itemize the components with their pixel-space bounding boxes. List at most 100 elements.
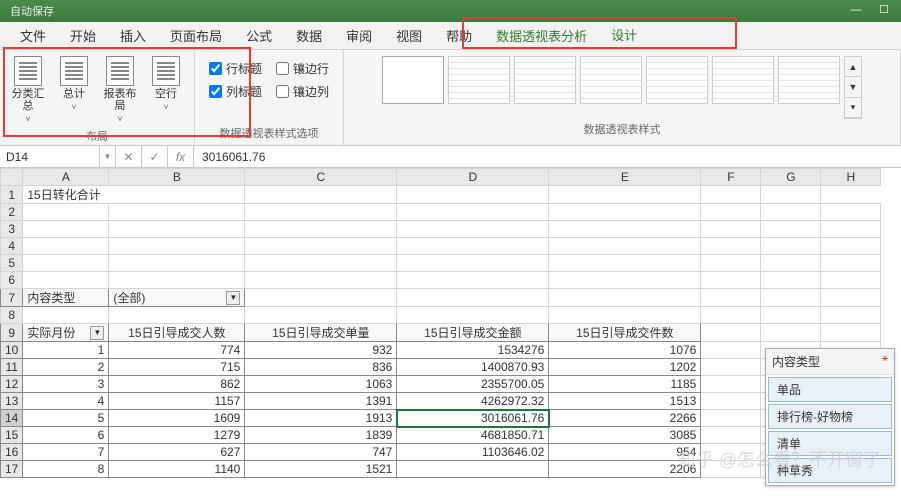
slicer-clear-icon[interactable]: ⚹ [882,353,888,370]
row-header[interactable]: 13 [1,393,23,410]
tab-home[interactable]: 开始 [58,22,108,49]
cancel-formula-button[interactable]: ✕ [116,146,142,167]
col-header[interactable]: F [701,169,761,186]
chevron-down-icon: ˅ [25,114,30,124]
filter-dropdown-icon[interactable]: ▼ [90,326,104,340]
col-header[interactable]: A [23,169,109,186]
formula-input[interactable]: 3016061.76 [194,146,901,167]
pivot-filter-value[interactable]: (全部)▼ [109,289,245,307]
row-header[interactable]: 11 [1,359,23,376]
pivot-style-thumb[interactable] [580,56,642,104]
cell[interactable]: 15日转化合计 [23,186,245,204]
titlebar: 自动保存 — ☐ [0,0,901,22]
pivot-header[interactable]: 实际月份▼ [23,324,109,342]
select-all-corner[interactable] [1,169,23,186]
tab-data[interactable]: 数据 [284,22,334,49]
pivot-style-thumb[interactable] [382,56,444,104]
styleoptions-group-label: 数据透视表样式选项 [220,123,319,143]
chevron-down-icon: ˅ [71,102,76,112]
row-header[interactable]: 17 [1,461,23,478]
col-header[interactable]: H [821,169,881,186]
slicer-item[interactable]: 种草秀 [768,458,892,483]
namebox-dropdown[interactable]: ▼ [100,146,116,167]
colheaders-checkbox[interactable]: 列标题 [209,83,262,100]
blankrows-button[interactable]: 空行 ˅ [144,54,188,126]
row-header[interactable]: 16 [1,444,23,461]
col-header[interactable]: C [245,169,397,186]
styles-group-label: 数据透视表样式 [584,119,661,139]
slicer-item[interactable]: 排行榜-好物榜 [768,404,892,429]
formula-bar: D14 ▼ ✕ ✓ fx 3016061.76 [0,146,901,168]
pivot-header[interactable]: 15日引导成交人数 [109,324,245,342]
styles-more-button[interactable]: ▾ [845,98,861,118]
tab-help[interactable]: 帮助 [434,22,484,49]
subtotals-icon [14,56,42,86]
filter-dropdown-icon[interactable]: ▼ [226,291,240,305]
ribbon-group-layout: 分类汇总 ˅ 总计 ˅ 报表布局 ˅ 空行 ˅ 布局 [0,50,195,145]
tab-pivot-analyze[interactable]: 数据透视表分析 [484,22,599,49]
row-header[interactable]: 8 [1,307,23,324]
ribbon-group-styles: ▲ ▼ ▾ 数据透视表样式 [344,50,901,145]
subtotals-button[interactable]: 分类汇总 ˅ [6,54,50,126]
col-header[interactable]: B [109,169,245,186]
pivot-style-thumb[interactable] [778,56,840,104]
tab-insert[interactable]: 插入 [108,22,158,49]
row-header[interactable]: 6 [1,272,23,289]
pivot-filter-label[interactable]: 内容类型 [23,289,109,307]
tab-view[interactable]: 视图 [384,22,434,49]
tab-pagelayout[interactable]: 页面布局 [158,22,234,49]
slicer-item[interactable]: 清单 [768,431,892,456]
maximize-button[interactable]: ☐ [871,2,897,18]
rowheaders-checkbox[interactable]: 行标题 [209,60,262,77]
row-header[interactable]: 5 [1,255,23,272]
row-header[interactable]: 3 [1,221,23,238]
accept-formula-button[interactable]: ✓ [142,146,168,167]
row-header[interactable]: 4 [1,238,23,255]
row-header[interactable]: 1 [1,186,23,204]
fx-button[interactable]: fx [168,146,194,167]
row-header[interactable]: 7 [1,289,23,307]
row-header[interactable]: 9 [1,324,23,342]
chevron-down-icon: ˅ [117,114,122,124]
minimize-button[interactable]: — [843,2,869,18]
pivot-style-thumb[interactable] [712,56,774,104]
tab-formulas[interactable]: 公式 [234,22,284,49]
pivot-style-thumb[interactable] [646,56,708,104]
tab-design[interactable]: 设计 [599,22,649,49]
autosave-label: 自动保存 [10,3,54,19]
row-header[interactable]: 10 [1,342,23,359]
col-header[interactable]: E [549,169,701,186]
slicer-header: 内容类型 ⚹ [766,349,894,375]
grandtotals-button[interactable]: 总计 ˅ [52,54,96,126]
reportlayout-icon [106,56,134,86]
pivot-header[interactable]: 15日引导成交单量 [245,324,397,342]
pivot-header[interactable]: 15日引导成交金额 [397,324,549,342]
row-header[interactable]: 14 [1,410,23,427]
column-headers[interactable]: A B C D E F G H [1,169,881,186]
blankrows-icon [152,56,180,86]
bandedcols-checkbox[interactable]: 镶边列 [276,83,329,100]
window-controls: — ☐ [843,2,897,18]
styles-up-button[interactable]: ▲ [845,57,861,77]
col-header[interactable]: G [761,169,821,186]
tab-file[interactable]: 文件 [8,22,58,49]
tab-review[interactable]: 审阅 [334,22,384,49]
layout-group-label: 布局 [86,126,108,146]
menu-tabs: 文件 开始 插入 页面布局 公式 数据 审阅 视图 帮助 数据透视表分析 设计 [0,22,901,50]
name-box[interactable]: D14 [0,146,100,167]
slicer-item[interactable]: 单品 [768,377,892,402]
slicer-panel[interactable]: 内容类型 ⚹ 单品 排行榜-好物榜 清单 种草秀 [765,348,895,486]
row-header[interactable]: 2 [1,204,23,221]
col-header[interactable]: D [397,169,549,186]
styles-down-button[interactable]: ▼ [845,77,861,97]
reportlayout-button[interactable]: 报表布局 ˅ [98,54,142,126]
bandedrows-checkbox[interactable]: 镶边行 [276,60,329,77]
ribbon-group-styleoptions: 行标题 镶边行 列标题 镶边列 数据透视表样式选项 [195,50,344,145]
chevron-down-icon: ˅ [163,102,168,112]
row-header[interactable]: 12 [1,376,23,393]
active-cell[interactable]: 3016061.76 [397,410,549,427]
pivot-style-thumb[interactable] [514,56,576,104]
row-header[interactable]: 15 [1,427,23,444]
pivot-style-thumb[interactable] [448,56,510,104]
pivot-header[interactable]: 15日引导成交件数 [549,324,701,342]
